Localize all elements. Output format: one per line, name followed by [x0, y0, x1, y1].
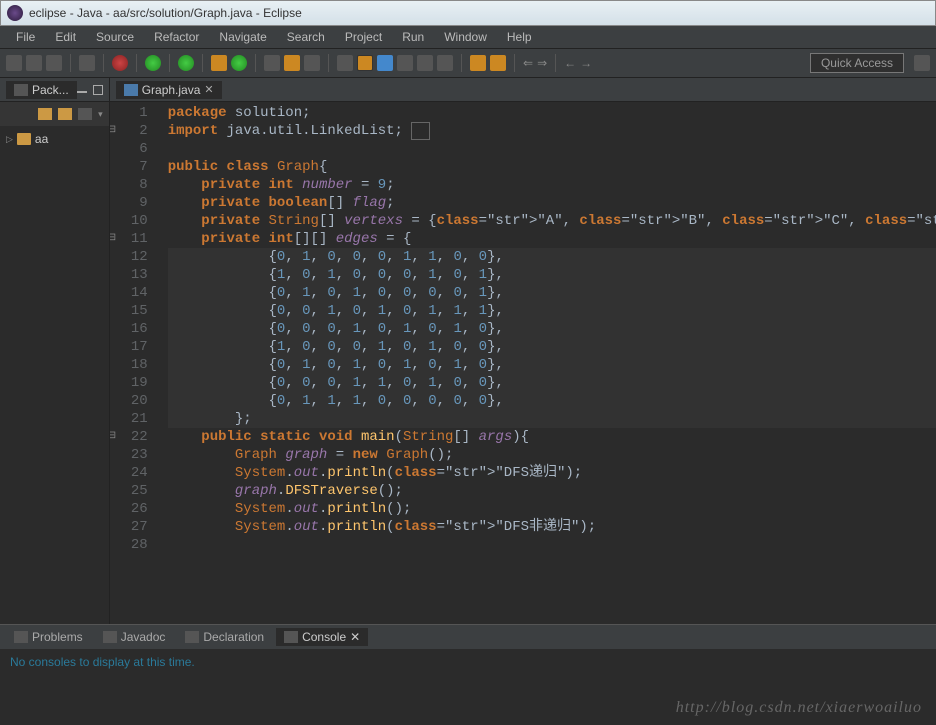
quick-access[interactable]: Quick Access: [810, 53, 904, 73]
separator: [255, 54, 256, 72]
format-icon[interactable]: [397, 55, 413, 71]
java-file-icon: [124, 84, 138, 96]
separator: [202, 54, 203, 72]
code-content[interactable]: package solution;import java.util.Linked…: [160, 102, 936, 624]
menu-source[interactable]: Source: [88, 28, 142, 46]
menu-window[interactable]: Window: [436, 28, 495, 46]
package-icon: [14, 84, 28, 96]
new-package-icon[interactable]: [211, 55, 227, 71]
bottom-tabs: ProblemsJavadocDeclarationConsole ✕: [0, 625, 936, 649]
menu-search[interactable]: Search: [279, 28, 333, 46]
tab-console[interactable]: Console ✕: [276, 628, 368, 646]
project-node[interactable]: ▷ aa: [6, 132, 103, 146]
console-message: No consoles to display at this time.: [10, 655, 195, 669]
annotation-icon[interactable]: [377, 55, 393, 71]
title-bar: eclipse - Java - aa/src/solution/Graph.j…: [0, 0, 936, 26]
nav-back-icon[interactable]: ←: [564, 56, 576, 70]
menu-run[interactable]: Run: [394, 28, 432, 46]
collapse-icon[interactable]: [38, 108, 52, 120]
editor-tabs: Graph.java ✕: [110, 78, 936, 102]
debug-icon[interactable]: [112, 55, 128, 71]
menu-edit[interactable]: Edit: [47, 28, 84, 46]
minimize-icon[interactable]: [77, 91, 87, 93]
organize-icon[interactable]: [417, 55, 433, 71]
project-label: aa: [35, 132, 48, 146]
perspective-icon[interactable]: [914, 55, 930, 71]
watermark: http://blog.csdn.net/xiaerwoailuo: [676, 699, 922, 717]
save-all-icon[interactable]: [46, 55, 62, 71]
tab-icon: [103, 631, 117, 643]
project-folder-icon: [17, 133, 31, 145]
save-icon[interactable]: [26, 55, 42, 71]
menu-bar: FileEditSourceRefactorNavigate SearchProj…: [0, 26, 936, 48]
menu-file[interactable]: File: [8, 28, 43, 46]
back-icon[interactable]: ⇐: [523, 56, 533, 70]
tab-declaration[interactable]: Declaration: [177, 628, 272, 646]
separator: [169, 54, 170, 72]
menu-project[interactable]: Project: [337, 28, 390, 46]
separator: [461, 54, 462, 72]
menu-refactor[interactable]: Refactor: [146, 28, 207, 46]
maximize-icon[interactable]: [93, 85, 103, 95]
new-icon[interactable]: [6, 55, 22, 71]
expand-arrow-icon[interactable]: ▷: [6, 134, 13, 145]
folder-icon[interactable]: [470, 55, 486, 71]
search-icon[interactable]: [304, 55, 320, 71]
package-explorer: Pack... ▾ ▷ aa: [0, 78, 110, 624]
tab-label: Graph.java: [142, 83, 201, 97]
main-toolbar: ⇐ ⇒ ← → Quick Access: [0, 48, 936, 78]
tab-label: Pack...: [32, 83, 69, 97]
close-icon[interactable]: ✕: [204, 83, 213, 96]
line-gutter: 12⊟67891011⊟1213141516171819202122⊟23242…: [110, 102, 160, 624]
explorer-toolbar: ▾: [0, 102, 109, 126]
separator: [136, 54, 137, 72]
forward-icon[interactable]: ⇒: [537, 56, 547, 70]
package-explorer-tab[interactable]: Pack...: [6, 81, 77, 99]
view-menu-icon[interactable]: [78, 108, 92, 120]
separator: [70, 54, 71, 72]
editor-tab[interactable]: Graph.java ✕: [116, 81, 222, 99]
build-icon[interactable]: [79, 55, 95, 71]
separator: [328, 54, 329, 72]
open-type-icon[interactable]: [264, 55, 280, 71]
window-title: eclipse - Java - aa/src/solution/Graph.j…: [29, 6, 302, 20]
eclipse-icon: [7, 5, 23, 21]
menu-navigate[interactable]: Navigate: [211, 28, 274, 46]
package-explorer-header: Pack...: [0, 78, 109, 102]
toggle-icon[interactable]: [337, 55, 353, 71]
tab-icon: [14, 631, 28, 643]
run-last-icon[interactable]: [178, 55, 194, 71]
editor-area: Graph.java ✕ 12⊟67891011⊟121314151617181…: [110, 78, 936, 624]
nav-fwd-icon[interactable]: →: [580, 56, 592, 70]
separator: [555, 54, 556, 72]
menu-help[interactable]: Help: [499, 28, 540, 46]
tab-icon: [185, 631, 199, 643]
tab-icon: [284, 631, 298, 643]
console-body: No consoles to display at this time.: [0, 649, 936, 675]
code-editor[interactable]: 12⊟67891011⊟1213141516171819202122⊟23242…: [110, 102, 936, 624]
open-task-icon[interactable]: [284, 55, 300, 71]
separator: [103, 54, 104, 72]
close-icon[interactable]: ✕: [350, 630, 360, 644]
menu-arrow-icon[interactable]: ▾: [98, 109, 103, 120]
link-icon[interactable]: [58, 108, 72, 120]
project-tree: ▷ aa: [0, 126, 109, 152]
workbench: Pack... ▾ ▷ aa Graph.java: [0, 78, 936, 624]
folder2-icon[interactable]: [490, 55, 506, 71]
mark-icon[interactable]: [357, 55, 373, 71]
new-class-icon[interactable]: [231, 55, 247, 71]
run-icon[interactable]: [145, 55, 161, 71]
tab-javadoc[interactable]: Javadoc: [95, 628, 174, 646]
tab-problems[interactable]: Problems: [6, 628, 91, 646]
separator: [514, 54, 515, 72]
indent-icon[interactable]: [437, 55, 453, 71]
